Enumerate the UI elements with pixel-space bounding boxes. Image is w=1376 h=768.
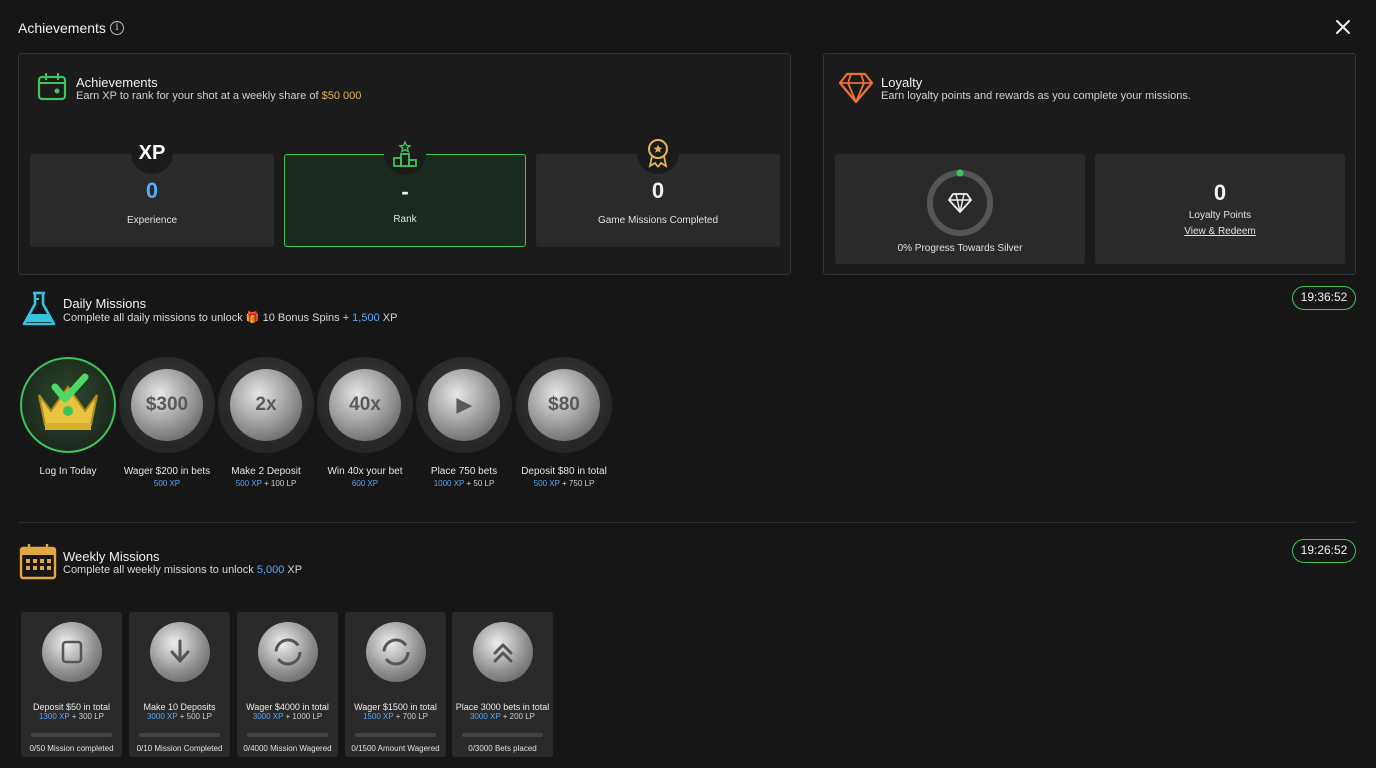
gift-icon: 🎁 (245, 312, 260, 324)
podium-icon (384, 133, 426, 175)
flask-icon (22, 291, 56, 326)
mission-reward: 500 XP (153, 479, 181, 488)
multiplier-icon: 2x (230, 369, 302, 441)
rank-label: Rank (393, 214, 417, 225)
mission-name: Make 2 Deposit (231, 466, 301, 477)
coin-cycle-icon (258, 622, 318, 682)
daily-timer: 19:36:52 (1292, 286, 1356, 310)
money-coin-icon: $300 (131, 369, 203, 441)
experience-card: XP 0 Experience (30, 132, 274, 247)
achievements-title: Achievements (76, 75, 158, 90)
mission-name: Deposit $80 in total (521, 466, 607, 477)
daily-mission-card[interactable]: Log In Today (20, 357, 116, 477)
missions-completed-label: Game Missions Completed (597, 215, 719, 226)
diamond-icon (838, 72, 874, 104)
loyalty-progress-card: 0% Progress Towards Silver (835, 154, 1085, 264)
weekly-mission-card[interactable]: Wager $1500 in total 1500 XP + 700 LP 0/… (345, 612, 446, 757)
weekly-missions-subtitle: Complete all weekly missions to unlock 5… (63, 564, 303, 576)
calendar-achievement-icon (37, 72, 67, 101)
weekly-share-amount: $50 000 (321, 90, 362, 102)
mission-reward: 1000 XP + 50 LP (433, 479, 495, 488)
mission-name: Wager $1500 in total (354, 702, 437, 712)
missions-completed-value: 0 (651, 178, 665, 203)
mission-name: Log In Today (39, 466, 97, 477)
mission-name: Make 10 Deposits (143, 702, 216, 712)
mission-reward: 600 XP (351, 479, 379, 488)
mission-name: Place 3000 bets in total (455, 702, 550, 712)
rank-value: - (401, 179, 409, 204)
award-ribbon-icon (637, 132, 679, 174)
daily-mission-card[interactable]: 40x Win 40x your bet 600 XP (317, 357, 413, 488)
mission-progress-text: 0/1500 Amount Wagered (351, 744, 440, 753)
wallet-icon (42, 622, 102, 682)
calendar-icon (19, 544, 57, 580)
mission-progress-bar (355, 733, 436, 737)
info-icon[interactable]: i (110, 21, 124, 35)
loyalty-points-value: 0 (1213, 180, 1227, 205)
mission-reward: 3000 XP + 200 LP (469, 712, 536, 721)
missions-completed-card: 0 Game Missions Completed (536, 132, 780, 247)
daily-mission-card[interactable]: $80 Deposit $80 in total 500 XP + 750 LP (516, 357, 612, 488)
mission-reward: 500 XP + 750 LP (533, 479, 595, 488)
daily-missions-subtitle: Complete all daily missions to unlock 🎁 … (63, 312, 398, 324)
mission-reward: 1300 XP + 300 LP (38, 712, 105, 721)
crown-icon (20, 357, 116, 453)
weekly-missions-title: Weekly Missions (63, 549, 160, 564)
weekly-mission-card[interactable]: Make 10 Deposits 3000 XP + 500 LP 0/10 M… (129, 612, 230, 757)
achievements-subtitle: Earn XP to rank for your shot at a weekl… (76, 90, 362, 102)
mission-reward: 3000 XP + 500 LP (146, 712, 213, 721)
mission-name: Win 40x your bet (327, 466, 403, 477)
loyalty-title: Loyalty (881, 75, 923, 90)
mission-progress-text: 0/4000 Mission Wagered (243, 744, 332, 753)
xp-badge: XP (131, 132, 173, 174)
mission-progress-text: 0/50 Mission completed (29, 744, 114, 753)
multiplier-icon: 40x (329, 369, 401, 441)
play-icon: ▶ (428, 369, 500, 441)
mission-progress-bar (139, 733, 220, 737)
mission-progress-bar (462, 733, 543, 737)
daily-mission-card[interactable]: ▶ Place 750 bets 1000 XP + 50 LP (416, 357, 512, 488)
mission-progress-text: 0/3000 Bets placed (468, 744, 537, 753)
loyalty-points-card: 0 Loyalty Points View & Redeem (1095, 154, 1345, 264)
experience-label: Experience (126, 215, 178, 226)
section-divider (18, 522, 1356, 523)
mission-progress-bar (31, 733, 112, 737)
mission-name: Wager $4000 in total (246, 702, 329, 712)
weekly-mission-card[interactable]: Wager $4000 in total 3000 XP + 1000 LP 0… (237, 612, 338, 757)
loyalty-subtitle: Earn loyalty points and rewards as you c… (881, 90, 1191, 102)
modal-title: Achievements (18, 20, 106, 36)
mission-name: Wager $200 in bets (123, 466, 211, 477)
daily-missions-title: Daily Missions (63, 296, 147, 311)
weekly-mission-card[interactable]: Deposit $50 in total 1300 XP + 300 LP 0/… (21, 612, 122, 757)
loyalty-progress-label: 0% Progress Towards Silver (897, 243, 1023, 254)
diamond-icon (948, 193, 972, 213)
weekly-timer: 19:26:52 (1292, 539, 1356, 563)
view-redeem-link[interactable]: View & Redeem (1095, 226, 1345, 237)
rank-card: - Rank (284, 133, 526, 247)
daily-mission-card[interactable]: $300 Wager $200 in bets 500 XP (119, 357, 215, 488)
mission-progress-text: 0/10 Mission Completed (136, 744, 223, 753)
mission-name: Place 750 bets (430, 466, 498, 477)
deposit-arrow-icon (150, 622, 210, 682)
loyalty-points-label: Loyalty Points (1188, 210, 1252, 221)
achievements-panel: Achievements Earn XP to rank for your sh… (18, 53, 791, 275)
chevrons-up-icon (473, 622, 533, 682)
mission-reward: 3000 XP + 1000 LP (252, 712, 323, 721)
weekly-mission-card[interactable]: Place 3000 bets in total 3000 XP + 200 L… (452, 612, 553, 757)
loyalty-panel: Loyalty Earn loyalty points and rewards … (823, 53, 1356, 275)
mission-progress-bar (247, 733, 328, 737)
mission-name: Deposit $50 in total (32, 702, 111, 712)
close-icon[interactable] (1334, 18, 1352, 36)
modal-header: Achievements i (0, 0, 1376, 56)
money-coin-icon: $80 (528, 369, 600, 441)
mission-reward: 500 XP + 100 LP (235, 479, 297, 488)
coin-cycle-icon (366, 622, 426, 682)
daily-mission-card[interactable]: 2x Make 2 Deposit 500 XP + 100 LP (218, 357, 314, 488)
experience-value: 0 (145, 178, 159, 203)
mission-reward: 1500 XP + 700 LP (362, 712, 429, 721)
progress-ring (927, 169, 993, 236)
